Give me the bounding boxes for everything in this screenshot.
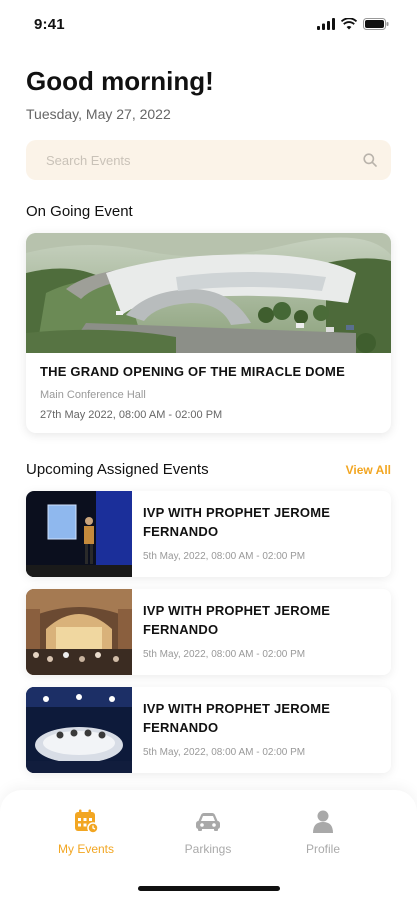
- status-bar: 9:41: [0, 0, 417, 48]
- tab-my-events[interactable]: My Events: [36, 808, 136, 856]
- tab-label: My Events: [57, 842, 114, 856]
- search-bar[interactable]: [26, 140, 391, 180]
- event-time: 5th May, 2022, 08:00 AM - 02:00 PM: [143, 551, 306, 562]
- upcoming-event-item[interactable]: IVP WITH PROPHET JEROME FERNANDO 5th May…: [26, 687, 391, 773]
- event-thumbnail: [26, 491, 132, 577]
- event-title: IVP WITH PROPHET JEROME FERNANDO: [143, 701, 331, 735]
- event-time: 5th May, 2022, 08:00 AM - 02:00 PM: [143, 649, 306, 660]
- upcoming-event-item[interactable]: IVP WITH PROPHET JEROME FERNANDO 5th May…: [26, 589, 391, 675]
- upcoming-event-item[interactable]: IVP WITH PROPHET JEROME FERNANDO 5th May…: [26, 491, 391, 577]
- search-icon[interactable]: [363, 153, 377, 167]
- home-indicator: [138, 886, 280, 891]
- ongoing-event-card[interactable]: THE GRAND OPENING OF THE MIRACLE DOME Ma…: [26, 233, 391, 433]
- calendar-icon: [75, 809, 99, 834]
- ongoing-event-time: 27th May 2022, 08:00 AM - 02:00 PM: [40, 409, 223, 421]
- signal-icon: [317, 18, 335, 30]
- battery-icon: [363, 18, 389, 30]
- event-time: 5th May, 2022, 08:00 AM - 02:00 PM: [143, 747, 306, 758]
- greeting-title: Good morning!: [26, 66, 214, 96]
- ongoing-event-venue: Main Conference Hall: [40, 389, 146, 401]
- ongoing-event-image: [26, 233, 391, 353]
- event-title: IVP WITH PROPHET JEROME FERNANDO: [143, 505, 331, 539]
- current-date: Tuesday, May 27, 2022: [26, 106, 171, 122]
- tab-parkings[interactable]: Parkings: [158, 808, 258, 856]
- ongoing-event-title: THE GRAND OPENING OF THE MIRACLE DOME: [40, 364, 345, 379]
- tab-profile[interactable]: Profile: [273, 808, 373, 856]
- view-all-link[interactable]: View All: [346, 463, 391, 477]
- status-icons: [317, 18, 389, 30]
- event-title: IVP WITH PROPHET JEROME FERNANDO: [143, 603, 331, 637]
- upcoming-section-title: Upcoming Assigned Events: [26, 461, 209, 478]
- event-thumbnail: [26, 589, 132, 675]
- status-time: 9:41: [34, 15, 65, 33]
- car-icon: [196, 813, 220, 831]
- bottom-tab-bar: My Events Parkings Profile: [0, 790, 417, 900]
- event-thumbnail: [26, 687, 132, 773]
- ongoing-section-title: On Going Event: [26, 203, 133, 220]
- person-icon: [313, 810, 333, 833]
- tab-label: Parkings: [184, 842, 232, 856]
- wifi-icon: [341, 18, 357, 30]
- tab-label: Profile: [305, 842, 340, 856]
- search-input[interactable]: [46, 152, 363, 168]
